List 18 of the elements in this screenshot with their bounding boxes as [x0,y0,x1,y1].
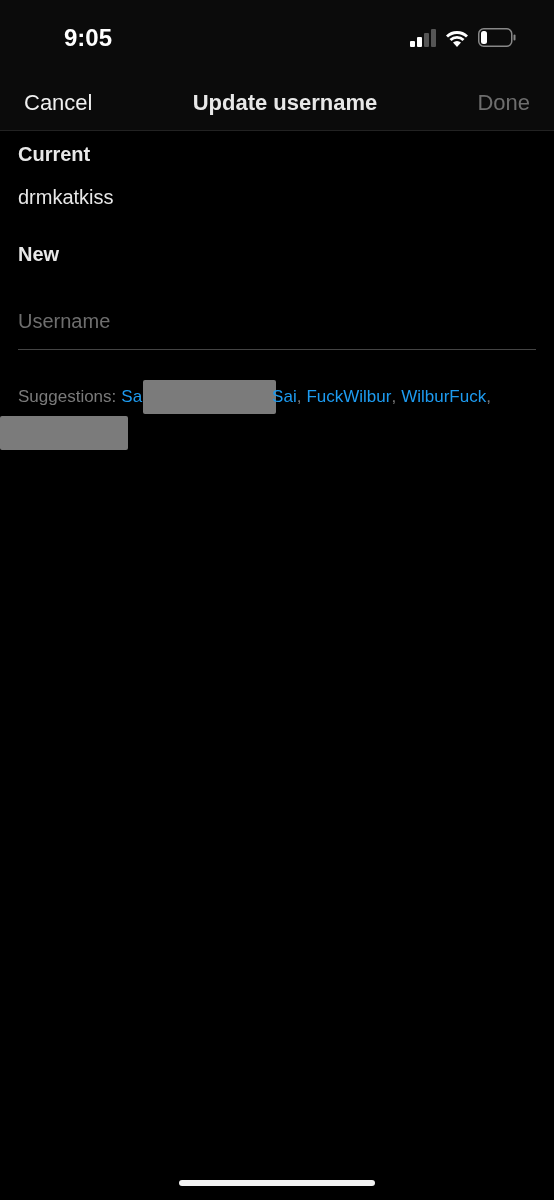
battery-icon [478,28,516,47]
current-label: Current [18,143,92,166]
suggestion-link[interactable]: Sa [121,386,143,408]
suggestion-link[interactable]: FuckWilbur [306,386,392,408]
page-title: Update username [192,89,378,116]
comma: , [486,386,491,408]
new-label: New [18,243,61,266]
status-time: 9:05 [64,23,113,52]
username-field[interactable]: Username [18,296,536,350]
suggestions-label: Suggestions: [18,386,117,408]
suggestion-link[interactable]: WilburFuck [401,386,487,408]
signal-icon [410,28,436,47]
cancel-button[interactable]: Cancel [24,89,93,116]
wifi-icon [445,28,469,47]
comma: , [391,386,397,408]
comma: , [296,386,302,408]
current-username: drmkatkiss [18,186,115,209]
suggestion-link[interactable]: Sai [272,386,297,408]
